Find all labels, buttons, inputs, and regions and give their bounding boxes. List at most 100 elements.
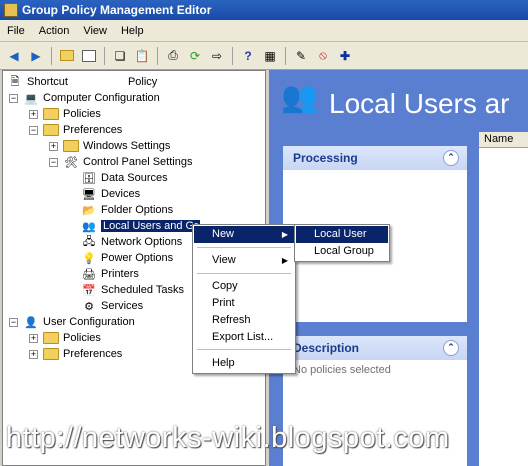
- menu-action[interactable]: Action: [32, 25, 77, 37]
- menu-item-local-user[interactable]: Local User: [296, 226, 388, 243]
- description-header[interactable]: Description ⌃: [283, 336, 467, 360]
- users-icon: 👥: [82, 220, 96, 233]
- menu-item-print[interactable]: Print: [194, 295, 294, 312]
- menu-file[interactable]: File: [0, 25, 32, 37]
- title-bar: Group Policy Management Editor: [0, 0, 528, 20]
- copy-icon[interactable]: ❏: [110, 46, 130, 66]
- up-folder-icon[interactable]: [57, 46, 77, 66]
- tree-label: Power Options: [101, 252, 174, 264]
- toolbar-divider: [51, 46, 52, 65]
- show-hide-tree-icon[interactable]: [79, 46, 99, 66]
- submenu-arrow-icon: ▶: [281, 256, 288, 265]
- tree-computer-preferences[interactable]: Preferences: [43, 122, 122, 138]
- tree-folder-options[interactable]: 📂 Folder Options: [81, 202, 173, 218]
- column-header-name[interactable]: Name: [479, 132, 528, 148]
- collapse-toggle[interactable]: −: [9, 94, 18, 103]
- control-panel-icon: 🛠: [64, 156, 78, 169]
- tree-label: Computer Configuration: [43, 92, 160, 104]
- menu-separator: [197, 273, 291, 274]
- window-title: Group Policy Management Editor: [22, 3, 212, 17]
- tree-label: Folder Options: [101, 204, 174, 216]
- plus-icon[interactable]: ✚: [335, 46, 355, 66]
- help-icon[interactable]: ?: [238, 46, 258, 66]
- tree-power-options[interactable]: 💡 Power Options: [81, 250, 173, 266]
- tree-label: Control Panel Settings: [83, 156, 193, 168]
- folder-icon: [43, 108, 59, 120]
- tree-devices[interactable]: 🖥 Devices: [81, 186, 140, 202]
- menu-item-label: Copy: [212, 280, 238, 292]
- collapse-toggle[interactable]: −: [9, 318, 18, 327]
- paste-icon[interactable]: 📋: [132, 46, 152, 66]
- menu-item-label: View: [212, 254, 236, 266]
- tree-control-panel-settings[interactable]: 🛠 Control Panel Settings: [63, 154, 192, 170]
- services-gear-icon: ⚙: [84, 300, 94, 313]
- tree-network-options[interactable]: 🖧 Network Options: [81, 234, 182, 250]
- back-icon[interactable]: ◀: [4, 46, 24, 66]
- menu-item-local-group[interactable]: Local Group: [296, 243, 388, 260]
- print-icon[interactable]: ⎙: [163, 46, 183, 66]
- tree-user-policies[interactable]: Policies: [43, 330, 101, 346]
- tree-label: Policies: [63, 108, 101, 120]
- menu-item-label: Help: [212, 357, 235, 369]
- scheduled-tasks-icon: 📅: [82, 284, 96, 297]
- export-icon[interactable]: ⇨: [207, 46, 227, 66]
- collapse-toggle[interactable]: −: [29, 126, 38, 135]
- processing-title: Processing: [293, 151, 358, 165]
- menu-item-copy[interactable]: Copy: [194, 278, 294, 295]
- tree-local-users-and-groups[interactable]: 👥 Local Users and Gr: [81, 218, 200, 234]
- properties-icon[interactable]: ▦: [260, 46, 280, 66]
- menu-item-view[interactable]: View ▶: [194, 252, 294, 269]
- tree-user-configuration[interactable]: 👤 User Configuration: [23, 314, 135, 330]
- tree-label: Data Sources: [101, 172, 168, 184]
- menu-item-label: New: [212, 228, 235, 240]
- items-list: Name: [479, 132, 528, 466]
- menu-help[interactable]: Help: [114, 25, 151, 37]
- chevron-up-icon[interactable]: ⌃: [443, 150, 459, 166]
- menu-item-help[interactable]: Help: [194, 355, 294, 372]
- tree-data-sources[interactable]: 🗄 Data Sources: [81, 170, 168, 186]
- power-icon: 💡: [82, 252, 96, 265]
- context-menu: New ▶ View ▶ Copy Print Refresh Export L…: [192, 224, 296, 374]
- users-large-icon: 👥: [281, 81, 319, 114]
- tree-computer-configuration[interactable]: 💻 Computer Configuration: [23, 90, 160, 106]
- expand-toggle[interactable]: +: [29, 350, 38, 359]
- tree-computer-policies[interactable]: Policies: [43, 106, 101, 122]
- tree-label: Windows Settings: [83, 140, 171, 152]
- expand-toggle[interactable]: +: [49, 142, 58, 151]
- menu-item-refresh[interactable]: Refresh: [194, 312, 294, 329]
- tree-root[interactable]: 🗎 Shortcut Policy: [7, 74, 158, 90]
- forward-icon[interactable]: ▶: [26, 46, 46, 66]
- menu-item-label: Local User: [314, 228, 367, 240]
- expand-toggle[interactable]: +: [29, 110, 38, 119]
- collapse-toggle[interactable]: −: [49, 158, 58, 167]
- details-pane: 👥 Local Users ar Processing ⌃ Descriptio…: [269, 70, 528, 466]
- processing-header[interactable]: Processing ⌃: [283, 146, 467, 170]
- expand-toggle[interactable]: +: [29, 334, 38, 343]
- tree-label: Printers: [101, 268, 139, 280]
- tree-root-suffix: Policy: [127, 76, 158, 88]
- menu-view[interactable]: View: [76, 25, 114, 37]
- toolbar-divider: [157, 46, 158, 65]
- menu-item-label: Refresh: [212, 314, 251, 326]
- tree-windows-settings[interactable]: Windows Settings: [63, 138, 170, 154]
- description-title: Description: [293, 341, 360, 355]
- refresh-icon[interactable]: ⟳: [185, 46, 205, 66]
- tree-label: Network Options: [101, 236, 183, 248]
- submenu-arrow-icon: ▶: [281, 230, 288, 239]
- stop-icon[interactable]: ⦸: [313, 46, 333, 66]
- tree-services[interactable]: ⚙ Services: [81, 298, 143, 314]
- tree-user-preferences[interactable]: Preferences: [43, 346, 122, 362]
- tree-scheduled-tasks[interactable]: 📅 Scheduled Tasks: [81, 282, 184, 298]
- menu-item-new[interactable]: New ▶: [194, 226, 294, 243]
- menu-bar: File Action View Help: [0, 20, 528, 42]
- add-icon[interactable]: ✎: [291, 46, 311, 66]
- new-submenu: Local User Local Group: [294, 224, 390, 262]
- folder-icon: [43, 124, 59, 136]
- chevron-up-icon[interactable]: ⌃: [443, 340, 459, 356]
- devices-icon: 🖥: [82, 188, 96, 201]
- folder-icon: [63, 140, 79, 152]
- tree-label: Preferences: [63, 124, 123, 136]
- menu-item-export-list[interactable]: Export List...: [194, 329, 294, 346]
- tree-root-label: Shortcut: [27, 76, 68, 88]
- tree-printers[interactable]: 🖨 Printers: [81, 266, 139, 282]
